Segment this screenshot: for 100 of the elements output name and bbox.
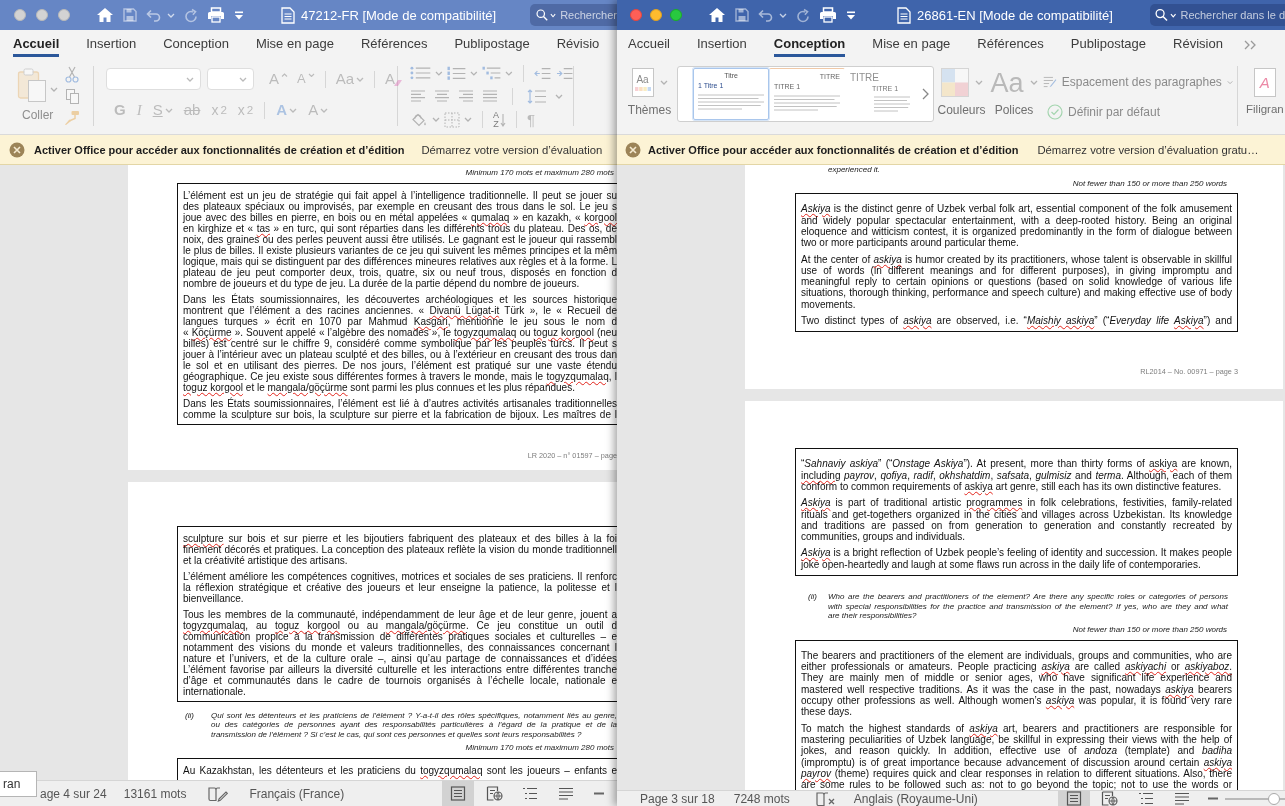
window-title: 26861-EN [Mode de compatibilité] xyxy=(917,7,1113,23)
search-field[interactable]: Rechercher dans le d xyxy=(1150,4,1285,26)
ribbon-tab[interactable]: Publipostage xyxy=(454,36,530,57)
language-label[interactable]: Anglais (Royaume-Uni) xyxy=(853,791,978,806)
caret-icon xyxy=(356,76,365,82)
word-limit-note: Minimum 170 mots et maximum 280 mots xyxy=(464,168,615,178)
printer-icon[interactable] xyxy=(207,7,225,23)
body-paragraph: Askiya is part of traditional artistic programmes in folk celebrations, festivities, family-related rituals and get-togethers organized in the cities and villages across Uzbekistan. Its knowledge and traditions are passed on from generation to generation and constantly recreated by communities, groups and individuals. xyxy=(801,497,1232,543)
slider-thumb[interactable] xyxy=(1268,792,1281,805)
body-paragraph: L’élément est un jeu de stratégie qui fait appel à l’intelligence traditionnelle. Il peut se jouer su des plateaux spéciaux ou improvisés, par exemple en creusant des trous dans le sol. Le jeu s joue avec des billes en pierre, en bois ou en métal appelées « qumalaq » en kazakh, « korgool en kirghize et « tas » en turc, qui sont réparties dans les différents trous du plateau. Des os, de noix, des graines ou des perles peuvent aussi être utilisés. Le gagnant est le joueur qui rassembl le plus de billes. Il existe plusieurs variantes de ce jeu qui suivent les mêmes principes et la mêm logique, mais qui se distinguent par des différences mineures relatives aux règles et à la forme. L plateau de jeu peut comporter deux, trois, quatre, six ou neuf trous, disposés en fonction d nombre de joueurs et du type de jeu. La durée de la partie dépend du nombre de joueurs. xyxy=(183,189,617,289)
redo-icon[interactable] xyxy=(796,7,810,23)
lines-pencil-icon xyxy=(1043,74,1057,90)
body-paragraph: To match the highest standards of askiya art, bearers and practitioners are responsible for mastering peculiarities of Uzbek language, be skillful in expressing their views with the help of jokes, and reason quickly. In addition, effective use of andoza (template) and badiha (impromptu) is of great importance because advancement of discussion around certain askiya payrov (theme) requires quick and clear responses in relation to different situations. Also, there are some rules to be followed such as: not to go beyond the topic; not to use the words or xyxy=(801,722,1232,790)
close-icon[interactable] xyxy=(625,141,641,158)
word-limit-note: Not fewer than 150 or more than 250 words xyxy=(1071,625,1228,635)
body-paragraph: Dans les États soumissionnaires, l’élément est lié à d’autres activités artisanales traditionnelles comme la sculpture sur bois, la sculpture sur pierre et la fabrication de bijoux. Les maîtres de l xyxy=(183,397,617,420)
question-number: (ii) xyxy=(808,592,818,604)
body-paragraph: The bearers and practitioners of the element are individuals, groups and communities, who are either professionals or amateurs. People practicing askiya are called askiyachi or askiyaboz. They are mainly men of middle or senior ages, who have significant life experience and mastered well respective traditions. As it was the case in the past, nowadays askiya bearers occupy other professions as well. Although women’s askiya was popular, it is found very rare these days. xyxy=(801,649,1232,718)
book-x-icon[interactable] xyxy=(815,790,836,806)
caret-icon xyxy=(1029,80,1038,85)
caret-icon xyxy=(307,73,315,77)
zoom-slider[interactable] xyxy=(1224,792,1285,805)
caret-icon xyxy=(550,12,557,18)
text-lines-drawing xyxy=(774,95,840,111)
ribbon-tab[interactable]: Conception xyxy=(163,36,229,57)
minimize-button[interactable] xyxy=(36,9,48,21)
minus-icon[interactable] xyxy=(1207,797,1218,800)
theme-sample-text: Aa xyxy=(636,74,649,85)
indented-list-icon xyxy=(522,787,539,800)
tooltip: ran xyxy=(0,771,37,797)
save-icon[interactable] xyxy=(123,8,137,22)
watermark-sample-text: A xyxy=(1259,74,1270,91)
search-field[interactable]: Rechercher xyxy=(530,4,617,26)
close-button[interactable] xyxy=(630,9,642,21)
message-text[interactable]: Démarrez votre version d’évaluation xyxy=(421,143,603,156)
page-icon xyxy=(1065,791,1082,806)
minimize-button[interactable] xyxy=(650,9,662,21)
color-swatch-icon xyxy=(940,68,969,97)
redo-icon[interactable] xyxy=(184,7,198,23)
caret-icon xyxy=(1226,79,1233,85)
caret-icon xyxy=(320,107,329,113)
message-text[interactable]: Démarrez votre version d’évaluation gratu… xyxy=(1037,143,1259,156)
caret-icon xyxy=(1169,12,1177,18)
body-paragraph: sculpture sur bois et sur pierre et les bijoutiers fabriquent des plateaux et des billes à la foi finement décorés et pratiques. La conception des plateaux reflète la vision du monde traditionnell et la créativité artistique des artisans. xyxy=(183,532,617,566)
check-circle-icon xyxy=(1047,104,1063,120)
ribbon-tab[interactable]: Accueil xyxy=(628,36,670,57)
ribbon-tab[interactable]: Mise en page xyxy=(872,36,951,57)
page-globe-icon xyxy=(485,786,503,801)
body-paragraph: “Sahnaviy askiya” (“Onstage Askiya”). At present, more than thirty forms of askiya are known, including payrov, qofiya, radif, okhshatdim, safsata, gulmisiz and terma. Although, each of them conform to common requirements of askiya art genre, still each has its own distinctive features. xyxy=(801,458,1232,493)
ribbon-tab[interactable]: Publipostage xyxy=(1070,36,1146,57)
ribbon-tab[interactable]: Conception xyxy=(773,36,846,57)
document-icon xyxy=(897,6,911,24)
text-lines-drawing xyxy=(698,94,764,110)
document-icon xyxy=(281,6,295,24)
body-paragraph: Two distinct types of askiya are observed, i.e. “Maishiy askiya” (“Everyday life Askiya”) and xyxy=(801,315,1232,327)
message-title: Activer Office pour accéder aux fonctionnalités de création et d’édition xyxy=(648,143,1019,156)
zoom-button[interactable] xyxy=(670,9,682,21)
window-title: 47212-FR [Mode de compatibilité] xyxy=(301,7,497,23)
color-squares-icon xyxy=(634,87,651,91)
undo-icon[interactable] xyxy=(758,8,774,22)
book-pencil-icon[interactable] xyxy=(208,785,229,802)
search-icon xyxy=(536,8,549,22)
ribbon-tab[interactable]: Insertion xyxy=(696,36,747,57)
message-title: Activer Office pour accéder aux fonctionnalités de création et d’édition xyxy=(34,143,405,156)
zoom-button[interactable] xyxy=(58,9,70,21)
ribbon-tab[interactable]: Insertion xyxy=(86,36,137,57)
caret-icon xyxy=(974,80,983,85)
ribbon-tab[interactable]: Références xyxy=(977,36,1044,57)
customize-caret-icon[interactable] xyxy=(846,10,856,20)
text-lines-drawing xyxy=(874,96,910,112)
body-paragraph: Au Kazakhstan, les détenteurs et les praticiens du togyzqumalaq sont les joueurs – enfants e xyxy=(183,764,617,776)
ribbon-tab[interactable]: Révisio xyxy=(556,36,600,57)
caret-icon xyxy=(164,107,173,113)
minus-icon[interactable] xyxy=(594,792,605,795)
customize-caret-icon[interactable] xyxy=(234,10,244,20)
view-button[interactable] xyxy=(1057,791,1090,806)
word-count[interactable]: 7248 mots xyxy=(733,791,790,806)
body-paragraph: At the center of askiya is humor created by its practitioners, whose talent is observable in skillful use of words (in different meanings and for different purposes), in giving impromptu and meaningful reply to certain opinions or questions (based on solid knowledge of various life situations, thorough thinking, performance and speech culture) and making effective use of body movements. xyxy=(801,253,1232,311)
language-label[interactable]: Français (France) xyxy=(249,786,345,801)
undo-icon[interactable] xyxy=(146,8,162,22)
page-count[interactable]: Page 3 sur 18 xyxy=(640,791,715,806)
home-icon[interactable] xyxy=(96,7,114,23)
lines-icon xyxy=(558,787,575,800)
ribbon-tab[interactable]: Révision xyxy=(1173,36,1223,57)
view-button[interactable] xyxy=(442,781,475,806)
word-count[interactable]: 13161 mots xyxy=(123,786,187,801)
save-icon[interactable] xyxy=(735,8,749,22)
close-button[interactable] xyxy=(14,9,26,21)
home-icon[interactable] xyxy=(708,7,726,23)
ribbon-tab[interactable]: Mise en page xyxy=(255,36,334,57)
question-text: Who are the bearers and practitioners of the element? Are there any specific roles or categories of persons with special responsibilities for the practice and transmission of the element? If yes, who are they and what are their responsibilities? xyxy=(828,592,1228,622)
printer-icon[interactable] xyxy=(819,7,837,23)
caret-icon xyxy=(289,107,298,113)
close-icon[interactable] xyxy=(9,141,25,158)
ribbon-tab[interactable]: Références xyxy=(360,36,428,57)
ribbon-tab[interactable]: Accueil xyxy=(13,36,60,57)
page-count[interactable]: age 4 sur 24 xyxy=(40,786,107,801)
question-text: experienced it. xyxy=(828,165,882,175)
chevrons-icon[interactable] xyxy=(1243,40,1257,50)
indented-list-icon xyxy=(1137,792,1154,805)
